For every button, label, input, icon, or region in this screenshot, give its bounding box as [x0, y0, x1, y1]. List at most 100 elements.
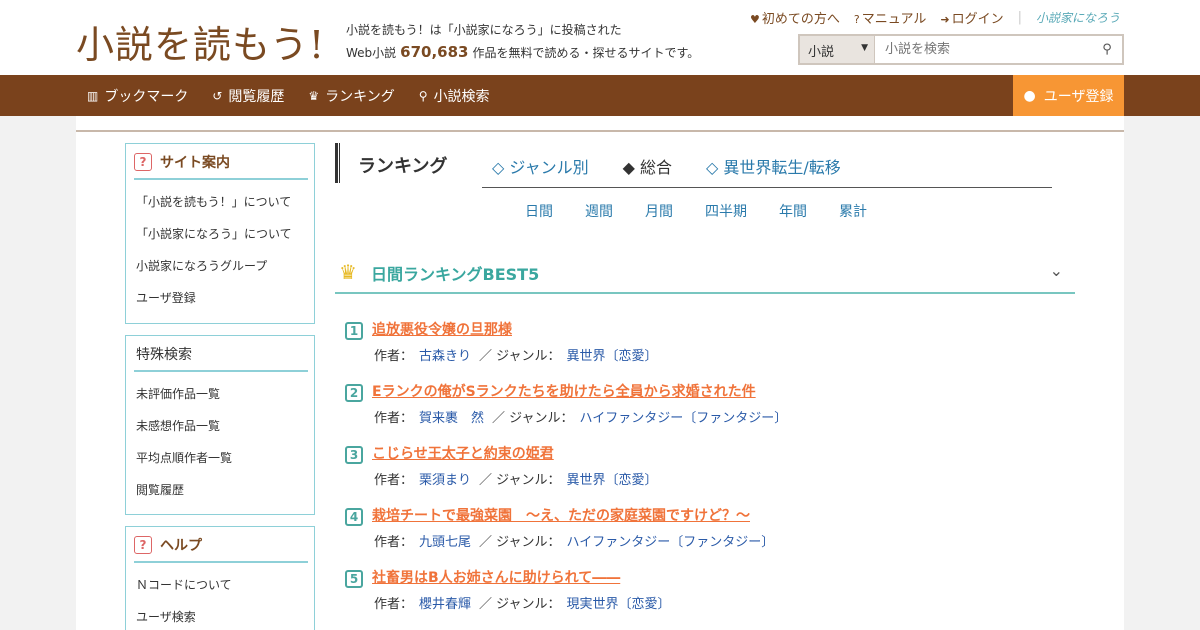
rank-number-badge: 2	[345, 384, 363, 402]
genre-link[interactable]: 異世界〔恋愛〕	[567, 473, 658, 488]
sidebar-item-avg-score-authors[interactable]: 平均点順作者一覧	[136, 442, 314, 474]
novel-title-link[interactable]: Eランクの俺がSランクたちを助けたら全員から求婚された件	[372, 381, 756, 401]
login-link[interactable]: ➜ ログイン	[940, 8, 1003, 27]
genre-link[interactable]: 異世界〔恋愛〕	[567, 349, 658, 364]
special-search-title: 特殊検索	[136, 347, 192, 363]
main-nav: ▥ ブックマーク ↺ 閲覧履歴 ♛ ランキング ⚲ 小説検索 ● ユーザ登録	[0, 75, 1200, 116]
manual-link[interactable]: ? マニュアル	[854, 8, 926, 27]
rank-number-badge: 4	[345, 508, 363, 526]
tab-genre[interactable]: ◇ ジャンル別	[492, 154, 589, 178]
shield-icon: ♥	[750, 13, 760, 26]
genre-link[interactable]: 現実世界〔恋愛〕	[567, 597, 671, 612]
beginners-link[interactable]: ♥ 初めての方へ	[750, 8, 840, 27]
sidebar-item-narou-group[interactable]: 小説家になろうグループ	[136, 250, 314, 282]
tagline-line2: Web小説 670,683 作品を無料で読める・探せるサイトです。	[346, 41, 699, 64]
link-separator: |	[1017, 10, 1022, 25]
author-link[interactable]: 古森きり	[419, 349, 471, 364]
novel-title-link[interactable]: 追放悪役令嬢の旦那様	[372, 319, 512, 339]
top-links: ♥ 初めての方へ ? マニュアル ➜ ログイン | 小説家になろう	[750, 8, 1120, 27]
site-tagline: 小説を読もう！は「小説家になろう」に投稿された Web小説 670,683 作品を無…	[346, 19, 699, 64]
best5-title: 日間ランキングBEST5	[371, 265, 540, 284]
ranking-item: 4 栽培チートで最強菜園 ～え、ただの家庭菜園ですけど？～ 作者： 九頭七尾 ／ ジ…	[345, 504, 1085, 560]
novel-title-link[interactable]: 社畜男はB人お姉さんに助けられて――	[372, 567, 620, 587]
search-icon: ⚲	[1102, 42, 1112, 57]
author-link[interactable]: 賀来裹 然	[419, 411, 484, 426]
sidebar-item-ncode[interactable]: Ｎコードについて	[136, 569, 314, 601]
nav-search-label: 小説検索	[433, 88, 490, 105]
search-button[interactable]: ⚲	[1092, 36, 1122, 63]
site-guide-title: サイト案内	[160, 155, 230, 171]
sidebar-item-register[interactable]: ユーザ登録	[136, 282, 314, 314]
novel-title-link[interactable]: 栽培チートで最強菜園 ～え、ただの家庭菜園ですけど？～	[372, 505, 750, 525]
genre-label: ／ ジャンル：	[492, 411, 574, 426]
tab-weekly[interactable]: 週間	[585, 201, 613, 221]
tab-yearly[interactable]: 年間	[779, 201, 807, 221]
site-header: 小説を読もう! 小説を読もう！は「小説家になろう」に投稿された Web小説 670…	[0, 0, 1200, 75]
novel-title-link[interactable]: こじらせ王太子と約束の姫君	[372, 443, 554, 463]
sidebar-item-about-yomou[interactable]: 「小説を読もう！」について	[136, 186, 314, 218]
site-guide-list: 「小説を読もう！」について 「小説家になろう」について 小説家になろうグループ …	[126, 180, 314, 316]
nav-bookmark[interactable]: ▥ ブックマーク	[87, 86, 188, 106]
question-icon: ?	[134, 536, 152, 554]
nav-items: ▥ ブックマーク ↺ 閲覧履歴 ♛ ランキング ⚲ 小説検索	[87, 75, 490, 116]
best5-header[interactable]: ♛ 日間ランキングBEST5 ⌄	[335, 256, 1075, 294]
sidebar-item-view-history[interactable]: 閲覧履歴	[136, 474, 314, 506]
genre-label: ／ ジャンル：	[479, 473, 561, 488]
tab-monthly[interactable]: 月間	[645, 201, 673, 221]
author-link[interactable]: 九頭七尾	[419, 535, 471, 550]
author-label: 作者：	[374, 535, 414, 550]
special-search-box: 特殊検索 未評価作品一覧 未感想作品一覧 平均点順作者一覧 閲覧履歴	[125, 335, 315, 515]
genre-link[interactable]: ハイファンタジー〔ファンタジー〕	[567, 535, 775, 550]
ranking-title-bar-thin	[339, 143, 340, 183]
author-link[interactable]: 櫻井春輝	[419, 597, 471, 612]
special-search-heading: 特殊検索	[134, 344, 308, 372]
nav-ranking-label: ランキング	[325, 88, 395, 105]
tab-isekai[interactable]: ◇ 異世界転生/転移	[706, 154, 841, 178]
site-guide-box: ? サイト案内 「小説を読もう！」について 「小説家になろう」について 小説家に…	[125, 143, 315, 324]
ranking-title: ランキング	[358, 156, 448, 177]
novel-meta: 作者： 櫻井春輝 ／ ジャンル： 現実世界〔恋愛〕	[374, 593, 671, 612]
author-link[interactable]: 栗須まり	[419, 473, 471, 488]
nav-search[interactable]: ⚲ 小説検索	[419, 86, 490, 106]
search-input[interactable]	[875, 36, 1092, 63]
sidebar-item-about-narou[interactable]: 「小説家になろう」について	[136, 218, 314, 250]
novel-meta: 作者： 九頭七尾 ／ ジャンル： ハイファンタジー〔ファンタジー〕	[374, 531, 774, 550]
register-button[interactable]: ● ユーザ登録	[1013, 75, 1124, 116]
help-heading: ? ヘルプ	[134, 535, 308, 563]
question-circle-icon: ?	[853, 13, 860, 26]
narou-logo[interactable]: 小説家になろう	[1036, 9, 1120, 26]
bookmark-icon: ▥	[87, 88, 99, 103]
chevron-down-icon[interactable]: ⌄	[1050, 261, 1063, 280]
tab-quarterly[interactable]: 四半期	[705, 201, 747, 221]
manual-link-label: マニュアル	[861, 12, 927, 27]
search-category-select[interactable]: 小説 ▼	[800, 36, 875, 63]
author-label: 作者：	[374, 411, 414, 426]
crown-icon: ♛	[308, 88, 320, 103]
sidebar-item-user-search[interactable]: ユーザ検索	[136, 601, 314, 630]
nav-history[interactable]: ↺ 閲覧履歴	[212, 86, 284, 106]
author-label: 作者：	[374, 597, 414, 612]
sidebar-item-no-reviews[interactable]: 未感想作品一覧	[136, 410, 314, 442]
tab-daily[interactable]: 日間	[525, 201, 553, 221]
ranking-item: 3 こじらせ王太子と約束の姫君 作者： 栗須まり ／ ジャンル： 異世界〔恋愛〕	[345, 442, 1085, 498]
tab-cumulative[interactable]: 累計	[839, 201, 867, 221]
ranking-item: 1 追放悪役令嬢の旦那様 作者： 古森きり ／ ジャンル： 異世界〔恋愛〕	[345, 318, 1085, 374]
help-title: ヘルプ	[160, 538, 202, 554]
tagline-line1: 小説を読もう！は「小説家になろう」に投稿された	[346, 23, 622, 37]
chevron-down-icon: ▼	[861, 43, 868, 53]
tab-overall[interactable]: ◆ 総合	[623, 154, 672, 178]
author-label: 作者：	[374, 349, 414, 364]
login-link-label: ログイン	[951, 12, 1004, 27]
period-tabs: 日間 週間 月間 四半期 年間 累計	[525, 201, 867, 221]
nav-ranking[interactable]: ♛ ランキング	[308, 86, 394, 106]
ranking-item: 2 Eランクの俺がSランクたちを助けたら全員から求婚された件 作者： 賀来裹 然 ／…	[345, 380, 1085, 436]
login-icon: ➜	[940, 13, 950, 26]
genre-label: ／ ジャンル：	[479, 349, 561, 364]
site-logo[interactable]: 小説を読もう!	[76, 14, 325, 69]
ranking-title-bar	[335, 143, 338, 183]
sidebar-item-unrated[interactable]: 未評価作品一覧	[136, 378, 314, 410]
genre-tabs: ◇ ジャンル別 ◆ 総合 ◇ 異世界転生/転移	[492, 154, 841, 178]
search-box: 小説 ▼ ⚲	[798, 34, 1124, 65]
novel-meta: 作者： 古森きり ／ ジャンル： 異世界〔恋愛〕	[374, 345, 658, 364]
genre-link[interactable]: ハイファンタジー〔ファンタジー〕	[580, 411, 788, 426]
